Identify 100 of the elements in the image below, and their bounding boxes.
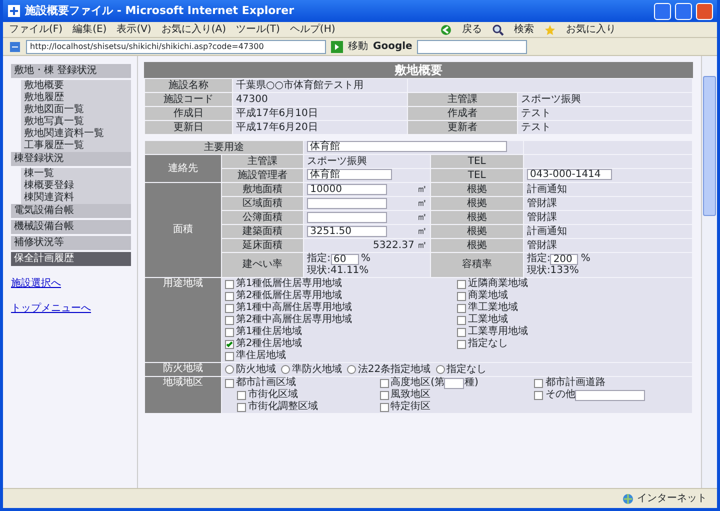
field-label: 施設名称 (145, 79, 232, 92)
sidebar-link[interactable]: 施設選択へ (11, 276, 131, 291)
unit-label: ㎡ (416, 240, 427, 252)
sidebar-link[interactable]: トップメニューへ (11, 301, 131, 316)
search-icon[interactable] (492, 24, 504, 36)
sidebar-item[interactable]: 保全計画履歴 (11, 252, 131, 266)
favorites-button[interactable]: お気に入り (566, 24, 616, 34)
page-title: 敷地概要 (144, 62, 693, 78)
scrollbar[interactable] (701, 56, 717, 488)
go-button[interactable]: 移動 (348, 39, 368, 54)
menu-item[interactable]: ツール(T) (236, 24, 280, 34)
input-field[interactable]: 3251.50 (307, 226, 388, 237)
option-label: 市街化調整区域 (248, 401, 318, 413)
input-field[interactable]: 10000 (307, 184, 388, 195)
checkbox[interactable] (224, 340, 234, 348)
field-value: 47300 (233, 93, 408, 106)
option-label: 市街化区域 (248, 389, 298, 400)
option-label: 法22条指定地域 (358, 364, 431, 376)
checkbox[interactable] (224, 352, 234, 360)
checkbox[interactable] (224, 280, 234, 288)
option-label: 指定なし (446, 364, 487, 376)
option-label: 工業専用地域 (468, 326, 528, 338)
input-field[interactable]: 60 (330, 254, 359, 264)
sidebar-item[interactable]: 電気設備台帳 (11, 204, 131, 218)
back-button[interactable]: 戻る (462, 24, 482, 34)
checkbox[interactable] (456, 304, 466, 312)
field-label: 根拠 (430, 183, 523, 196)
input-field[interactable]: 体育館 (307, 141, 508, 152)
radio-button[interactable] (224, 365, 234, 374)
sidebar-subitem[interactable]: 敷地概要 (21, 80, 131, 92)
radio-button[interactable] (436, 365, 445, 374)
input-field[interactable]: 体育館 (307, 169, 392, 180)
sidebar-item[interactable]: 敷地・棟 登録状況 (11, 64, 131, 78)
sidebar-subitem[interactable]: 棟一覧 (21, 168, 131, 180)
section-heading: 防火地域 (145, 363, 221, 376)
checkbox[interactable] (456, 292, 466, 300)
maximize-button[interactable] (675, 2, 692, 20)
field-value: 管財課 (524, 197, 692, 210)
field-label-text: 指定: (526, 253, 550, 264)
checkbox[interactable] (534, 378, 544, 388)
star-icon[interactable] (544, 24, 556, 36)
menu-item[interactable]: 表示(V) (116, 24, 152, 34)
checkbox[interactable] (380, 378, 389, 388)
address-field[interactable]: http://localhost/shisetsu/shikichi/shikichi.asp?code=47300 (26, 40, 326, 54)
option-label: 種) (464, 377, 478, 389)
menu-item[interactable]: お気に入り(A) (161, 24, 226, 34)
sidebar-item[interactable]: 補修状況等 (11, 236, 131, 250)
checkbox[interactable] (224, 304, 234, 312)
checkbox[interactable] (236, 390, 246, 400)
checkbox[interactable] (224, 378, 234, 388)
sidebar-subitem[interactable]: 敷地図面一覧 (21, 104, 131, 116)
checkbox[interactable] (456, 316, 466, 324)
field-label: 区域面積 (222, 197, 304, 210)
sidebar-subitem[interactable]: 棟概要登録 (21, 180, 131, 192)
checkbox[interactable] (224, 292, 234, 300)
input-field[interactable] (307, 198, 388, 209)
section-heading: 連絡先 (145, 155, 221, 182)
field-value: 計画通知 (524, 225, 692, 238)
search-button[interactable]: 検索 (514, 24, 534, 34)
checkbox[interactable] (456, 340, 466, 348)
sidebar-item[interactable]: 棟登録状況 (11, 152, 131, 166)
checkbox[interactable] (380, 390, 389, 400)
input-field[interactable]: 043-000-1414 (526, 169, 612, 180)
option-label: 防火地域 (236, 364, 276, 376)
minimize-button[interactable] (654, 2, 671, 20)
radio-button[interactable] (280, 365, 290, 374)
input-field[interactable] (575, 390, 646, 400)
input-field[interactable] (444, 378, 464, 388)
checkbox[interactable] (534, 390, 544, 400)
checkbox[interactable] (380, 402, 389, 412)
google-search-field[interactable] (417, 40, 528, 54)
checkbox[interactable] (456, 328, 466, 336)
checkbox[interactable] (456, 280, 466, 288)
app-icon[interactable] (7, 4, 21, 18)
field-label: 更新者 (408, 121, 517, 134)
menu-item[interactable]: ファイル(F) (9, 24, 63, 34)
globe-icon[interactable] (622, 492, 634, 504)
checkbox[interactable] (224, 316, 234, 324)
field-label: 施設コード (145, 93, 232, 106)
field-label: 根拠 (430, 211, 523, 224)
sidebar-item[interactable]: 機械設備台帳 (11, 220, 131, 234)
sidebar-subitem[interactable]: 敷地履歴 (21, 92, 131, 104)
sidebar-subitem[interactable]: 敷地関連資料一覧 (21, 128, 131, 140)
option-label: 高度地区(第 (390, 377, 444, 388)
input-field[interactable] (307, 212, 388, 223)
sidebar-subitem[interactable]: 棟関連資料 (21, 192, 131, 204)
checkbox[interactable] (224, 328, 234, 336)
option-label: 指定なし (468, 338, 508, 350)
field-label: 主管課 (408, 93, 517, 106)
option-label: 第1種住居地域 (236, 326, 302, 338)
sidebar-subitem[interactable]: 敷地写真一覧 (21, 116, 131, 128)
sidebar-subitem[interactable]: 工事履歴一覧 (21, 140, 131, 152)
field-label: 公簿面積 (222, 211, 304, 224)
menu-item[interactable]: ヘルプ(H) (290, 24, 336, 34)
menu-item[interactable]: 編集(E) (72, 24, 107, 34)
close-button[interactable] (696, 2, 713, 20)
checkbox[interactable] (236, 402, 246, 412)
radio-button[interactable] (346, 365, 356, 374)
scroll-thumb[interactable] (703, 76, 716, 216)
input-field[interactable]: 200 (550, 254, 578, 264)
